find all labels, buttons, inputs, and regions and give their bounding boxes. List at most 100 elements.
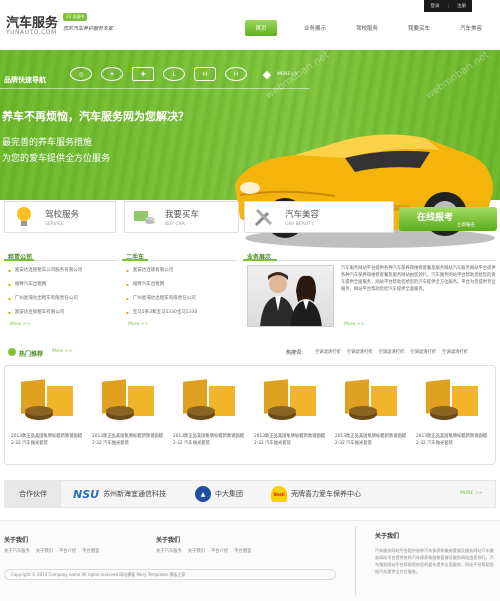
nsu-logo: NSU	[73, 487, 100, 501]
hot-recommend-title: 热门推荐	[19, 351, 44, 358]
rental-list: 富安达连锁租车公司服务有限公司 福特汽车出租网 广州星海达出租车有限责任公司 富…	[8, 263, 120, 319]
section-accent	[122, 259, 148, 261]
product-image	[345, 379, 397, 420]
footer-link[interactable]: 关于我们	[188, 548, 205, 554]
product-card[interactable]: 2013款正品美国龟牌标蜡新款镜面蜡 2-32 汽车抛光套装	[335, 374, 410, 447]
service-boxes: 驾校服务 SERVICE 我要买车 BUY CAR 汽车美容 CAR BEAUT…	[0, 201, 500, 235]
business-more-link[interactable]: More >>	[344, 322, 364, 327]
brand-logo-list: ◎ ✦ ✚ L H H ◆	[70, 67, 278, 81]
footer-link[interactable]: 平台介绍	[211, 548, 228, 554]
nav-business[interactable]: 业务展示	[289, 20, 341, 36]
top-user-bar: 登录 | 注册	[424, 0, 472, 12]
footer-link[interactable]: 平台图鉴	[82, 548, 99, 554]
hot-tag[interactable]: 空调滤清打折	[410, 349, 436, 355]
hot-tag[interactable]: 空调滤清打折	[347, 349, 373, 355]
service-car-beauty[interactable]: 汽车美容 CAR BEAUTY	[244, 201, 394, 233]
product-name[interactable]: 2013款正品美国龟牌标蜡新款镜面蜡 2-32 汽车抛光套装	[254, 434, 329, 447]
list-item[interactable]: 福特汽车出租网	[8, 277, 120, 291]
used-car-list: 富安达连锁有限公司 福特汽车出租网 广州星海达出租车有限责任公司 宝马5系3和宝…	[126, 263, 240, 319]
product-card[interactable]: 2013款正品美国龟牌标蜡新款镜面蜡 2-32 汽车抛光套装	[11, 374, 86, 447]
footer-link[interactable]: 关于汽车服务	[156, 548, 182, 554]
footer-link[interactable]: 关于汽车服务	[4, 548, 30, 554]
list-item[interactable]: 富安达连锁有限公司	[126, 263, 240, 277]
main-nav: 首页 业务展示 驾校服务 我要买车 汽车美容	[245, 20, 497, 36]
service-subtitle: CAR BEAUTY	[285, 221, 314, 227]
partner-nsu[interactable]: NSU 苏州新海宜通信科技	[73, 485, 166, 503]
footer-col1-links: 关于汽车服务 关于我们 平台介绍 平台图鉴	[4, 548, 99, 554]
hot-tag[interactable]: 空调滤清打折	[379, 349, 405, 355]
nav-home[interactable]: 首页	[245, 20, 277, 36]
partners-more-link[interactable]: MORE >>	[460, 491, 482, 496]
partner-shell[interactable]: Shell 壳牌喜力爱车保养中心	[271, 485, 361, 503]
hot-recommend-bar: 热门推荐 More >> 热搜词： 空调滤清打折 空调滤清打折 空调滤清打折 空…	[4, 345, 496, 361]
online-apply-button[interactable]: 在线报考 立即报名	[399, 207, 497, 231]
site-header: 汽车服务 23 发展中 YUNAUTO.COM 您的汽车养护服务专家 登录 | …	[0, 0, 500, 50]
login-link[interactable]: 登录	[430, 3, 439, 9]
footer-col1-title: 关于我们	[4, 537, 29, 544]
nav-driving-school[interactable]: 驾校服务	[341, 20, 393, 36]
hot-icon	[8, 348, 16, 356]
register-link[interactable]: 注册	[457, 3, 466, 9]
section-accent	[243, 259, 277, 261]
list-item[interactable]: 广州星海达出租车有限责任公司	[8, 291, 120, 305]
banner-headline: 养车不再烦恼，汽车服务网为您解决？	[2, 110, 189, 123]
product-card[interactable]: 2013款正品美国龟牌标蜡新款镜面蜡 2-32 汽车抛光套装	[254, 374, 329, 447]
product-image	[183, 379, 235, 420]
section-accent	[4, 259, 34, 261]
hot-tag[interactable]: 空调滤清打折	[442, 349, 468, 355]
nav-car-beauty[interactable]: 汽车美容	[445, 20, 497, 36]
service-title: 汽车美容	[285, 209, 320, 220]
hot-more-link[interactable]: More >>	[52, 349, 72, 354]
service-subtitle: SERVICE	[45, 221, 64, 227]
apply-sub-label: 立即报名	[457, 223, 475, 228]
partners-bar: 合作伙伴 NSU 苏州新海宜通信科技 ▲ 中大集团 Shell 壳牌喜力爱车保养…	[4, 480, 496, 508]
brand-more-link[interactable]: MORE>>	[277, 72, 298, 77]
bulb-icon	[9, 204, 39, 230]
list-item[interactable]: 宝马5系3和宝马5330宝马5330	[126, 305, 240, 319]
chevrolet-logo[interactable]: ✚	[132, 67, 154, 81]
hot-tag[interactable]: 空调滤清打折	[315, 349, 341, 355]
footer-link[interactable]: 平台介绍	[59, 548, 76, 554]
footer-col2-title: 关于我们	[156, 537, 181, 544]
product-name[interactable]: 2013款正品美国龟牌标蜡新款镜面蜡 2-32 汽车抛光套装	[416, 434, 491, 447]
hero-banner: 品牌快速导航 ◎ ✦ ✚ L H H ◆ MORE>> 养车不再烦恼，汽车服务网…	[0, 49, 500, 248]
used-more-link[interactable]: More >>	[128, 322, 148, 327]
partner-name: 苏州新海宜通信科技	[103, 490, 167, 498]
product-card[interactable]: 2013款正品美国龟牌标蜡新款镜面蜡 2-32 汽车抛光套装	[416, 374, 491, 447]
mitsubishi-logo[interactable]: ◆	[256, 67, 278, 81]
product-card[interactable]: 2013款正品美国龟牌标蜡新款镜面蜡 2-32 汽车抛光套装	[92, 374, 167, 447]
apply-label: 在线报考	[417, 213, 454, 223]
honda-logo[interactable]: H	[194, 67, 216, 81]
footer-link[interactable]: 关于我们	[36, 548, 53, 554]
partner-zhongda[interactable]: ▲ 中大集团	[195, 485, 243, 503]
footer-about-text: 汽车服务网站平台提供各种汽车保养和维修套餐及服务网站汽车服务网站平台提供各种汽车…	[375, 548, 494, 574]
product-name[interactable]: 2013款正品美国龟牌标蜡新款镜面蜡 2-32 汽车抛光套装	[173, 434, 248, 447]
list-item[interactable]: 广州星海达出租车有限责任公司	[126, 291, 240, 305]
list-item[interactable]: 富安达连锁租车有限公司	[8, 305, 120, 319]
lexus-logo[interactable]: L	[163, 67, 185, 81]
hyundai-logo[interactable]: H	[225, 67, 247, 81]
list-item[interactable]: 富安达连锁租车公司服务有限公司	[8, 263, 120, 277]
service-title: 驾校服务	[45, 209, 80, 220]
toyota-logo[interactable]: ◎	[70, 67, 92, 81]
service-title: 我要买车	[165, 209, 200, 220]
service-buy-car[interactable]: 我要买车 BUY CAR	[124, 201, 239, 233]
product-name[interactable]: 2013款正品美国龟牌标蜡新款镜面蜡 2-32 汽车抛光套装	[335, 434, 410, 447]
product-card[interactable]: 2013款正品美国龟牌标蜡新款镜面蜡 2-32 汽车抛光套装	[173, 374, 248, 447]
partner-name: 壳牌喜力爱车保养中心	[291, 490, 361, 498]
product-image	[426, 379, 478, 420]
product-name[interactable]: 2013款正品美国龟牌标蜡新款镜面蜡 2-32 汽车抛光套装	[92, 434, 167, 447]
list-item[interactable]: 福特汽车出租网	[126, 277, 240, 291]
hot-search-label: 热搜词：	[286, 350, 307, 356]
mercedes-logo[interactable]: ✦	[101, 67, 123, 81]
business-description: 汽车服务网站平台提供各种汽车保养和维修套餐及服务网站汽车服务网站平台提供各种汽车…	[341, 266, 496, 292]
rental-more-link[interactable]: More >>	[10, 322, 30, 327]
product-name[interactable]: 2013款正品美国龟牌标蜡新款镜面蜡 2-32 汽车抛光套装	[11, 434, 86, 447]
product-list: 2013款正品美国龟牌标蜡新款镜面蜡 2-32 汽车抛光套装 2013款正品美国…	[4, 365, 496, 465]
business-people-photo	[247, 265, 334, 327]
service-driving-school[interactable]: 驾校服务 SERVICE	[4, 201, 116, 233]
footer-link[interactable]: 平台图鉴	[234, 548, 251, 554]
nav-buy-car[interactable]: 我要买车	[393, 20, 445, 36]
footer-col2-links: 关于汽车服务 关于我们 平台介绍 平台图鉴	[156, 548, 251, 554]
partner-name: 中大集团	[215, 490, 243, 498]
